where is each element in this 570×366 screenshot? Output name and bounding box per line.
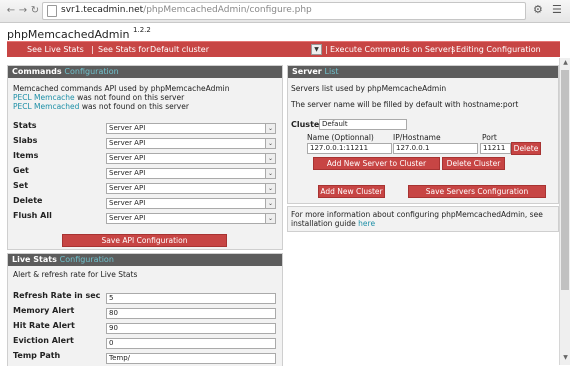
save-api-configuration-button[interactable]: Save API Configuration <box>62 234 227 247</box>
pecl-memcache-link[interactable]: PECL Memcache <box>13 93 75 102</box>
chevron-down-icon: ⌄ <box>265 139 275 148</box>
separator: | <box>91 45 94 54</box>
hit-rate-alert-label: Hit Rate Alert <box>13 321 75 330</box>
scroll-down-icon[interactable]: ▼ <box>560 354 570 364</box>
set-select[interactable]: Server API ⌄ <box>106 183 276 194</box>
info-panel: For more information about configuring p… <box>287 206 559 232</box>
see-stats-for-label: See Stats for <box>98 45 150 54</box>
menu-icon[interactable]: ☰ <box>552 3 562 16</box>
temp-path-label: Temp Path <box>13 351 61 360</box>
cluster-name-input[interactable]: Default <box>319 119 407 130</box>
stats-select[interactable]: Server API ⌄ <box>106 123 276 134</box>
chevron-down-icon: ⌄ <box>265 124 275 133</box>
flush-all-label: Flush All <box>13 211 52 220</box>
chevron-down-icon: ⌄ <box>265 169 275 178</box>
slabs-label: Slabs <box>13 136 38 145</box>
notice-memcache: PECL Memcache was not found on this serv… <box>13 93 185 102</box>
panel-header: Server List <box>288 66 558 78</box>
server-name-note: The server name will be filled by defaul… <box>291 100 519 109</box>
server-port-input[interactable]: 11211 <box>480 143 511 154</box>
scroll-up-icon[interactable]: ▲ <box>560 59 570 69</box>
panel-header: Live Stats Configuration <box>8 254 282 266</box>
temp-path-input[interactable]: Temp/ <box>106 353 276 364</box>
delete-cluster-button[interactable]: Delete Cluster <box>442 157 505 170</box>
separator: | <box>325 45 328 54</box>
info-text-line2: installation guide here <box>291 219 376 228</box>
notice-memcached: PECL Memcached was not found on this ser… <box>13 102 189 111</box>
memory-alert-label: Memory Alert <box>13 306 75 315</box>
commands-panel: Commands Configuration Memcached command… <box>7 65 283 250</box>
items-label: Items <box>13 151 39 160</box>
eviction-alert-label: Eviction Alert <box>13 336 74 345</box>
server-list-panel: Server List Servers list used by phpMemc… <box>287 65 559 204</box>
get-label: Get <box>13 166 29 175</box>
server-name-input[interactable]: 127.0.0.1:11211 <box>307 143 392 154</box>
stats-label: Stats <box>13 121 37 130</box>
set-label: Set <box>13 181 29 190</box>
hostname-column-header: IP/Hostname <box>393 133 441 142</box>
get-select[interactable]: Server API ⌄ <box>106 168 276 179</box>
hit-rate-alert-input[interactable]: 90 <box>106 323 276 334</box>
port-column-header: Port <box>482 133 497 142</box>
server-host-input[interactable]: 127.0.0.1 <box>393 143 478 154</box>
chevron-down-icon: ⌄ <box>265 184 275 193</box>
address-bar[interactable]: svr1.tecadmin.net/phpMemcachedAdmin/conf… <box>42 2 526 20</box>
panel-header: Commands Configuration <box>8 66 282 78</box>
commands-intro: Memcached commands API used by phpMemcac… <box>13 84 230 93</box>
delete-select[interactable]: Server API ⌄ <box>106 198 276 209</box>
installation-guide-link[interactable]: here <box>358 219 375 228</box>
delete-server-button[interactable]: Delete <box>511 142 541 155</box>
cluster-select[interactable]: Default cluster <box>150 45 209 54</box>
delete-label: Delete <box>13 196 43 205</box>
chevron-down-icon: ⌄ <box>265 199 275 208</box>
refresh-rate-label: Refresh Rate in sec <box>13 291 101 300</box>
settings-icon[interactable]: ⚙ <box>533 3 543 16</box>
server-list-intro: Servers list used by phpMemcacheAdmin <box>291 84 447 93</box>
see-live-stats-link[interactable]: See Live Stats <box>27 45 84 54</box>
chevron-down-icon[interactable]: ▼ <box>311 44 322 55</box>
scrollbar-thumb[interactable] <box>561 70 569 290</box>
editing-configuration-link[interactable]: Editing Configuration <box>456 45 541 54</box>
top-nav-bar: See Live Stats | See Stats for Default c… <box>7 41 560 57</box>
eviction-alert-input[interactable]: 0 <box>106 338 276 349</box>
chevron-down-icon: ⌄ <box>265 154 275 163</box>
items-select[interactable]: Server API ⌄ <box>106 153 276 164</box>
add-server-to-cluster-button[interactable]: Add New Server to Cluster <box>313 157 440 170</box>
add-new-cluster-button[interactable]: Add New Cluster <box>318 185 385 198</box>
browser-toolbar: ← → ↻ svr1.tecadmin.net/phpMemcachedAdmi… <box>0 0 570 23</box>
save-servers-configuration-button[interactable]: Save Servers Configuration <box>408 185 546 198</box>
vertical-scrollbar[interactable]: ▲ ▼ <box>559 58 570 365</box>
memory-alert-input[interactable]: 80 <box>106 308 276 319</box>
url-text: svr1.tecadmin.net/phpMemcachedAdmin/conf… <box>61 5 312 15</box>
live-stats-intro: Alert & refresh rate for Live Stats <box>13 270 138 279</box>
slabs-select[interactable]: Server API ⌄ <box>106 138 276 149</box>
name-column-header: Name (Optionnal) <box>307 133 374 142</box>
page-icon <box>47 5 57 17</box>
execute-commands-link[interactable]: Execute Commands on Servers <box>330 45 455 54</box>
app-title: phpMemcachedAdmin 1.2.2 <box>7 26 151 41</box>
reload-icon[interactable]: ↻ <box>28 4 42 18</box>
info-text: For more information about configuring p… <box>291 210 543 219</box>
pecl-memcached-link[interactable]: PECL Memcached <box>13 102 79 111</box>
app-version: 1.2.2 <box>133 26 151 34</box>
chevron-down-icon: ⌄ <box>265 214 275 223</box>
separator: | <box>451 45 454 54</box>
refresh-rate-input[interactable]: 5 <box>106 293 276 304</box>
live-stats-panel: Live Stats Configuration Alert & refresh… <box>7 253 283 366</box>
flush-all-select[interactable]: Server API ⌄ <box>106 213 276 224</box>
